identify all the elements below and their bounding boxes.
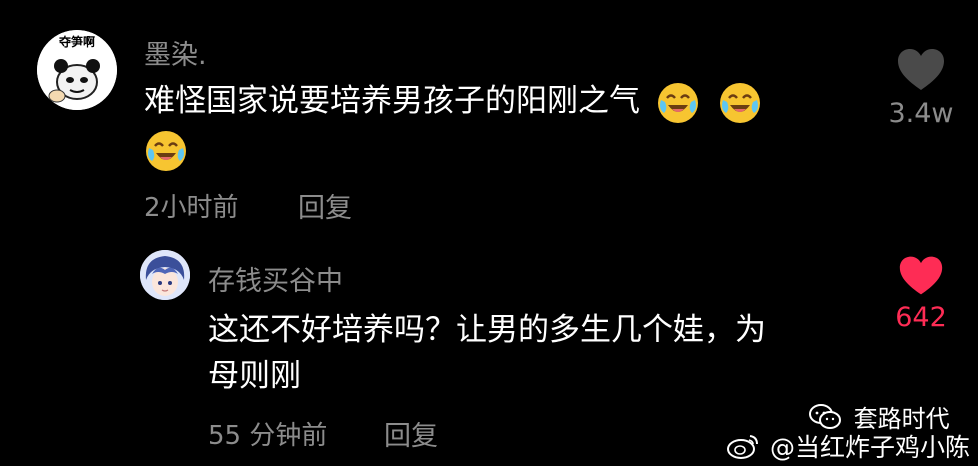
comment-text-line: 难怪国家说要培养男孩子的阳刚之气 xyxy=(144,83,640,119)
timestamp: 55 分钟前 xyxy=(208,421,328,451)
heart-filled-icon xyxy=(899,256,943,295)
like-count: 3.4w xyxy=(888,98,954,129)
comment-text-line-1: 这还不好培养吗？让男的多生几个娃，为 xyxy=(208,312,766,348)
weibo-icon xyxy=(726,432,760,460)
crying-laughing-emoji-icon xyxy=(144,129,188,173)
heart-icon xyxy=(898,49,944,90)
username[interactable]: 存钱买谷中 xyxy=(208,259,343,298)
timestamp: 2小时前 xyxy=(144,193,239,223)
comment-text: 难怪国家说要培养男孩子的阳刚之气 xyxy=(144,78,762,125)
username[interactable]: 墨染. xyxy=(144,33,207,72)
like-count: 642 xyxy=(895,302,947,333)
wechat-icon xyxy=(808,403,842,431)
comment-text-line-2: 母则刚 xyxy=(208,358,301,394)
like-button[interactable] xyxy=(896,48,946,92)
reply-button[interactable]: 回复 xyxy=(384,414,438,453)
avatar-caption: 夺笋啊 xyxy=(58,35,95,49)
weibo-account-name: @当红炸子鸡小陈 xyxy=(769,433,970,462)
weibo-watermark: @当红炸子鸡小陈 xyxy=(726,428,970,464)
anime-character-avatar-icon xyxy=(140,250,190,300)
avatar[interactable] xyxy=(140,250,190,300)
reply-button[interactable]: 回复 xyxy=(298,186,352,225)
avatar[interactable]: 夺笋啊 xyxy=(37,30,117,110)
comment-emoji-line xyxy=(144,126,188,173)
comment-1: 夺笋啊 墨染. 难怪国家说要培养男孩子的阳刚之气 2小时前 回复 3.4w xyxy=(0,0,978,235)
crying-laughing-emoji-icon xyxy=(718,81,762,125)
crying-laughing-emoji-icon xyxy=(656,81,700,125)
like-button[interactable] xyxy=(898,255,944,297)
